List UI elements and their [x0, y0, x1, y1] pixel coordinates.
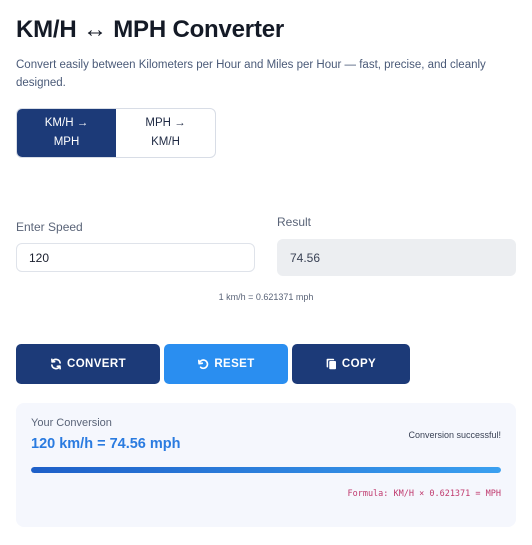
refresh-icon: [50, 358, 62, 370]
mode-kmh-to-mph[interactable]: KM/H → MPH: [17, 109, 116, 157]
speed-input[interactable]: [16, 243, 255, 272]
progress-fill: [31, 467, 501, 473]
convert-button[interactable]: CONVERT: [16, 344, 160, 384]
conversion-status: Conversion successful!: [408, 430, 501, 440]
copy-icon: [326, 358, 337, 370]
result-value: 74.56: [290, 250, 321, 265]
copy-button-label: COPY: [341, 358, 377, 370]
progress-bar: [31, 467, 501, 473]
converter-page: KM/H ↔ MPH Converter Convert easily betw…: [0, 0, 532, 545]
conversion-panel: Your Conversion 120 km/h = 74.56 mph Con…: [16, 403, 516, 527]
undo-icon: [197, 358, 209, 370]
rate-note: 1 km/h = 0.621371 mph: [218, 292, 314, 302]
page-title: KM/H ↔ MPH Converter: [16, 16, 285, 43]
mode-toggle: KM/H → MPH MPH → KM/H: [16, 108, 216, 158]
result-field: 74.56: [277, 239, 516, 276]
convert-button-label: CONVERT: [66, 358, 127, 370]
conversion-label: Your Conversion: [31, 417, 112, 429]
page-subtitle: Convert easily between Kilometers per Ho…: [16, 59, 486, 89]
speed-label: Enter Speed: [16, 220, 83, 234]
formula-text: Formula: KM/H × 0.621371 = MPH: [347, 489, 501, 499]
reset-button[interactable]: RESET: [164, 344, 288, 384]
mode-mph-to-kmh[interactable]: MPH → KM/H: [116, 109, 215, 157]
result-label: Result: [277, 215, 312, 229]
conversion-value: 120 km/h = 74.56 mph: [31, 436, 181, 452]
reset-button-label: RESET: [214, 358, 255, 370]
copy-button[interactable]: COPY: [292, 344, 410, 384]
